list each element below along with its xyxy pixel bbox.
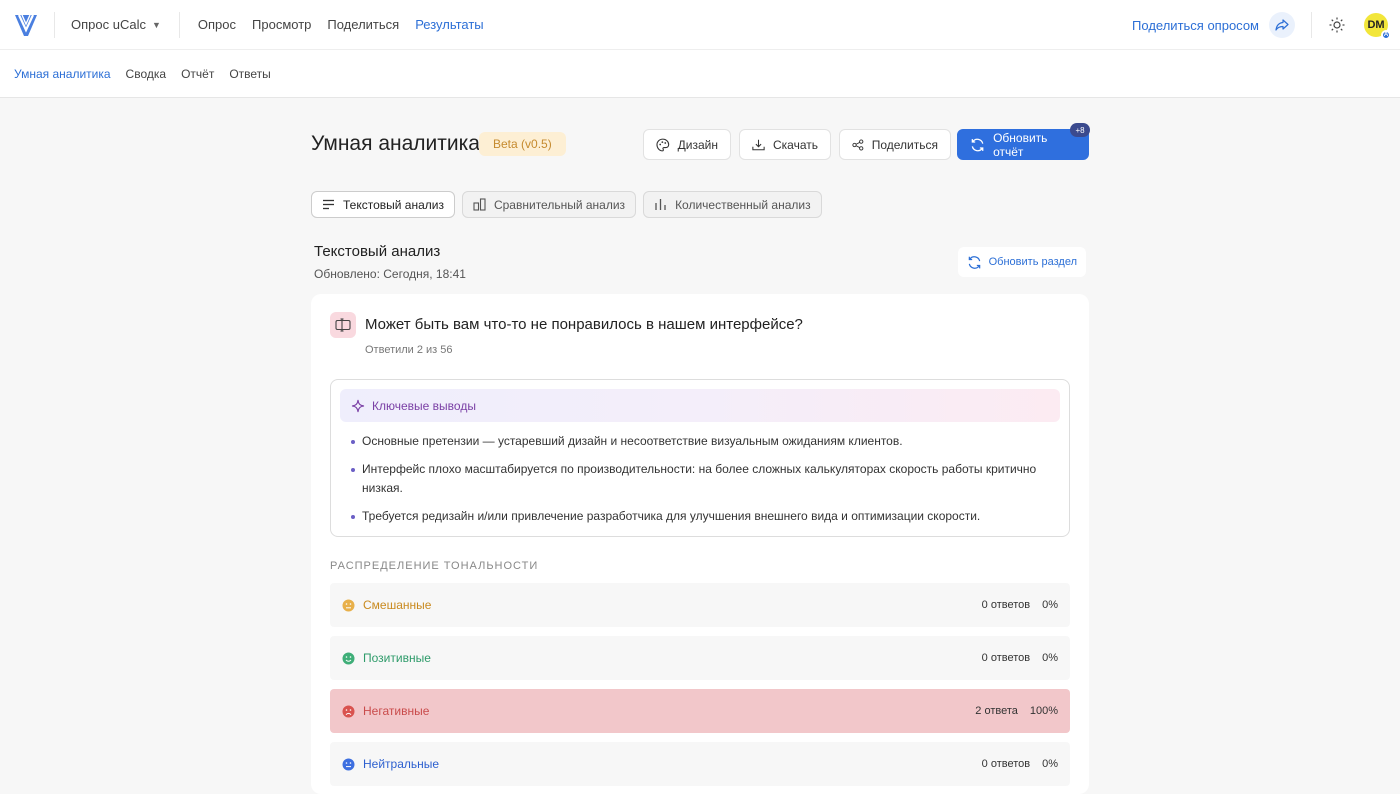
sentiment-row-neutral[interactable]: Нейтральные 0 ответов 0% [330, 742, 1070, 786]
frowning-face-icon [342, 705, 355, 718]
share-arrow-icon[interactable] [1269, 12, 1295, 38]
sentiment-count: 2 ответа [975, 705, 1018, 717]
section-header: Текстовый анализ Обновлено: Сегодня, 18:… [314, 243, 1089, 281]
refresh-section-button[interactable]: Обновить раздел [957, 247, 1086, 277]
text-lines-icon [323, 199, 334, 210]
design-label: Дизайн [677, 137, 718, 152]
insight-item: Требуется редизайн и/или привлечение раз… [351, 507, 1051, 526]
key-insights-box: Ключевые выводы Основные претензии — уст… [330, 379, 1070, 537]
refresh-icon [971, 138, 984, 151]
sentiment-percent: 0% [1042, 599, 1058, 611]
palette-icon [656, 138, 670, 151]
subnav-answers[interactable]: Ответы [229, 67, 270, 81]
share-icon [852, 139, 864, 150]
sparkle-icon [351, 399, 365, 412]
chevron-down-icon: ▼ [151, 19, 161, 30]
insights-list: Основные претензии — устаревший дизайн и… [351, 432, 1051, 535]
sentiment-name: Смешанные [363, 598, 432, 612]
answered-count: Ответили 2 из 56 [365, 344, 453, 356]
question-text: Может быть вам что-то не понравилось в н… [365, 316, 803, 333]
tab-quantitative-analysis[interactable]: Количественный анализ [643, 191, 822, 218]
download-label: Скачать [773, 137, 818, 152]
sentiment-percent: 0% [1042, 758, 1058, 770]
user-avatar[interactable]: DM A [1364, 13, 1391, 40]
smiling-face-icon [342, 652, 355, 665]
bar-chart-icon [655, 199, 666, 210]
key-insights-header: Ключевые выводы [340, 389, 1060, 422]
subnav-summary[interactable]: Сводка [126, 67, 167, 81]
refresh-icon [968, 255, 980, 269]
analysis-tabs: Текстовый анализ Сравнительный анализ Ко… [311, 191, 822, 218]
sentiment-row-mixed[interactable]: Смешанные 0 ответов 0% [330, 583, 1070, 627]
sentiment-name: Нейтральные [363, 757, 440, 771]
tab-text-analysis[interactable]: Текстовый анализ [311, 191, 455, 218]
insight-item: Интерфейс плохо масштабируется по произв… [351, 460, 1051, 498]
neutral-face-icon [342, 758, 355, 771]
sentiment-percent: 0% [1042, 652, 1058, 664]
sentiment-name: Негативные [363, 704, 430, 718]
nav-preview[interactable]: Просмотр [252, 17, 311, 32]
sentiment-count: 0 ответов [981, 758, 1031, 770]
sentiment-row-negative[interactable]: Негативные 2 ответа 100% [330, 689, 1070, 733]
text-cursor-icon [330, 312, 356, 338]
share-survey-link[interactable]: Поделиться опросом [1132, 18, 1259, 33]
sentiment-count: 0 ответов [981, 652, 1031, 664]
main-nav: Опрос Просмотр Поделиться Результаты [198, 17, 484, 32]
main-content: Умная аналитика Beta (v0.5) Дизайн Скача… [311, 98, 1090, 794]
update-count-badge: +8 [1070, 123, 1090, 137]
survey-name: Опрос uCalc [71, 17, 146, 32]
survey-selector[interactable]: Опрос uCalc ▼ [71, 17, 161, 32]
refresh-report-button[interactable]: Обновить отчёт +8 [957, 123, 1090, 160]
beta-badge: Beta (v0.5) [479, 132, 566, 156]
mixed-face-icon [342, 599, 355, 612]
refresh-report-label: Обновить отчёт [993, 130, 1048, 159]
theme-toggle-sun-icon[interactable] [1328, 16, 1346, 34]
sub-nav: Умная аналитика Сводка Отчёт Ответы [0, 50, 1400, 98]
nav-results[interactable]: Результаты [415, 17, 483, 32]
design-button[interactable]: Дизайн [643, 129, 731, 160]
tab-comparative-analysis[interactable]: Сравнительный анализ [461, 191, 637, 218]
nav-survey[interactable]: Опрос [198, 17, 236, 32]
nav-share[interactable]: Поделиться [327, 17, 399, 32]
subnav-report[interactable]: Отчёт [181, 67, 214, 81]
sentiment-row-positive[interactable]: Позитивные 0 ответов 0% [330, 636, 1070, 680]
download-button[interactable]: Скачать [739, 129, 831, 160]
subnav-smart-analytics[interactable]: Умная аналитика [14, 67, 111, 81]
download-icon [752, 139, 765, 150]
page-title: Умная аналитика [311, 132, 480, 155]
sentiment-count: 0 ответов [981, 599, 1031, 611]
avatar-badge: A [1381, 30, 1391, 40]
share-label: Поделиться [871, 137, 938, 152]
question-card: Может быть вам что-то не понравилось в н… [311, 294, 1089, 794]
sentiment-percent: 100% [1029, 705, 1058, 717]
app-logo[interactable] [12, 11, 40, 39]
comparison-chart-icon [473, 198, 486, 211]
sentiment-name: Позитивные [363, 651, 431, 665]
top-bar: Опрос uCalc ▼ Опрос Просмотр Поделиться … [0, 0, 1400, 50]
sentiment-distribution-label: РАСПРЕДЕЛЕНИЕ ТОНАЛЬНОСТИ [330, 560, 539, 572]
share-button[interactable]: Поделиться [839, 129, 951, 160]
insight-item: Основные претензии — устаревший дизайн и… [351, 432, 1051, 451]
